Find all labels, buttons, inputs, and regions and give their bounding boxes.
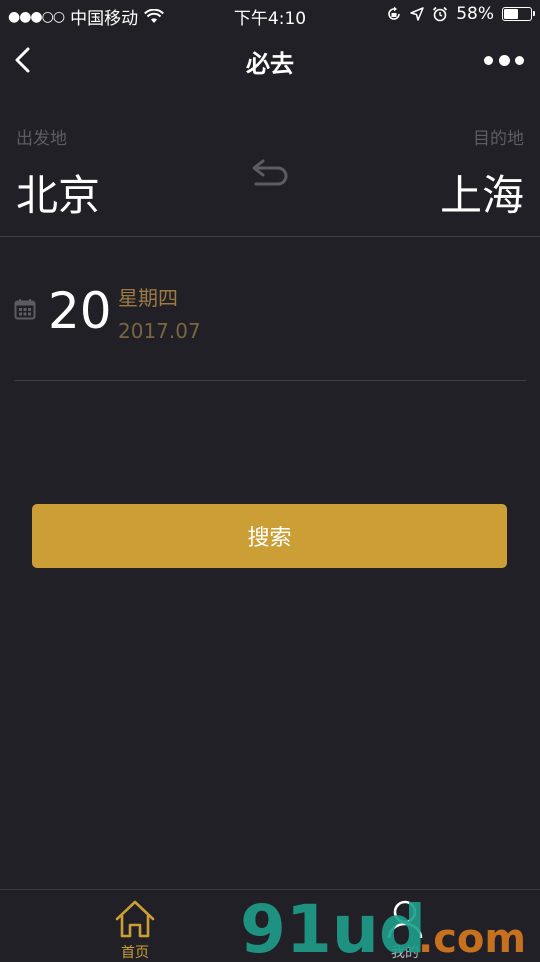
status-bar: ●●●○○ 中国移动 下午4:10 58% xyxy=(0,0,540,30)
to-city[interactable]: 上海 xyxy=(440,162,524,223)
from-city[interactable]: 北京 xyxy=(16,162,100,223)
tab-home-label: 首页 xyxy=(121,945,149,961)
date-day[interactable]: 20 xyxy=(48,282,112,340)
nav-bar: 必去 xyxy=(0,30,540,90)
more-dot-icon xyxy=(498,54,510,66)
home-icon xyxy=(115,900,155,938)
to-label: 目的地 xyxy=(473,129,524,149)
route-divider xyxy=(0,236,540,237)
location-icon xyxy=(410,7,424,21)
search-button[interactable]: 搜索 xyxy=(32,504,507,568)
back-button[interactable] xyxy=(10,42,40,78)
more-dot-icon xyxy=(484,55,493,65)
date-year-month: 2017.07 xyxy=(118,319,201,343)
orientation-lock-icon xyxy=(388,6,401,20)
date-divider xyxy=(14,380,526,381)
from-label: 出发地 xyxy=(16,129,67,149)
tab-mine[interactable]: 我的 xyxy=(335,890,475,961)
battery-tip xyxy=(533,11,535,16)
date-weekday: 星期四 xyxy=(118,286,178,310)
user-icon xyxy=(387,900,423,939)
battery-percent: 58% xyxy=(456,4,494,24)
tab-bar: 首页 我的 xyxy=(0,889,540,961)
battery-icon xyxy=(502,7,535,21)
page-title: 必去 xyxy=(246,50,294,78)
swap-button[interactable] xyxy=(250,158,290,194)
swap-arrow-icon xyxy=(252,159,288,186)
alarm-icon xyxy=(433,6,448,22)
more-dot-icon xyxy=(515,55,524,65)
tab-mine-label: 我的 xyxy=(391,945,419,961)
status-right: 58% xyxy=(386,4,535,24)
calendar-icon xyxy=(14,299,36,320)
more-button[interactable] xyxy=(484,50,524,70)
tab-home[interactable]: 首页 xyxy=(65,890,205,961)
chevron-left-icon xyxy=(15,47,30,73)
battery-level xyxy=(504,9,518,19)
